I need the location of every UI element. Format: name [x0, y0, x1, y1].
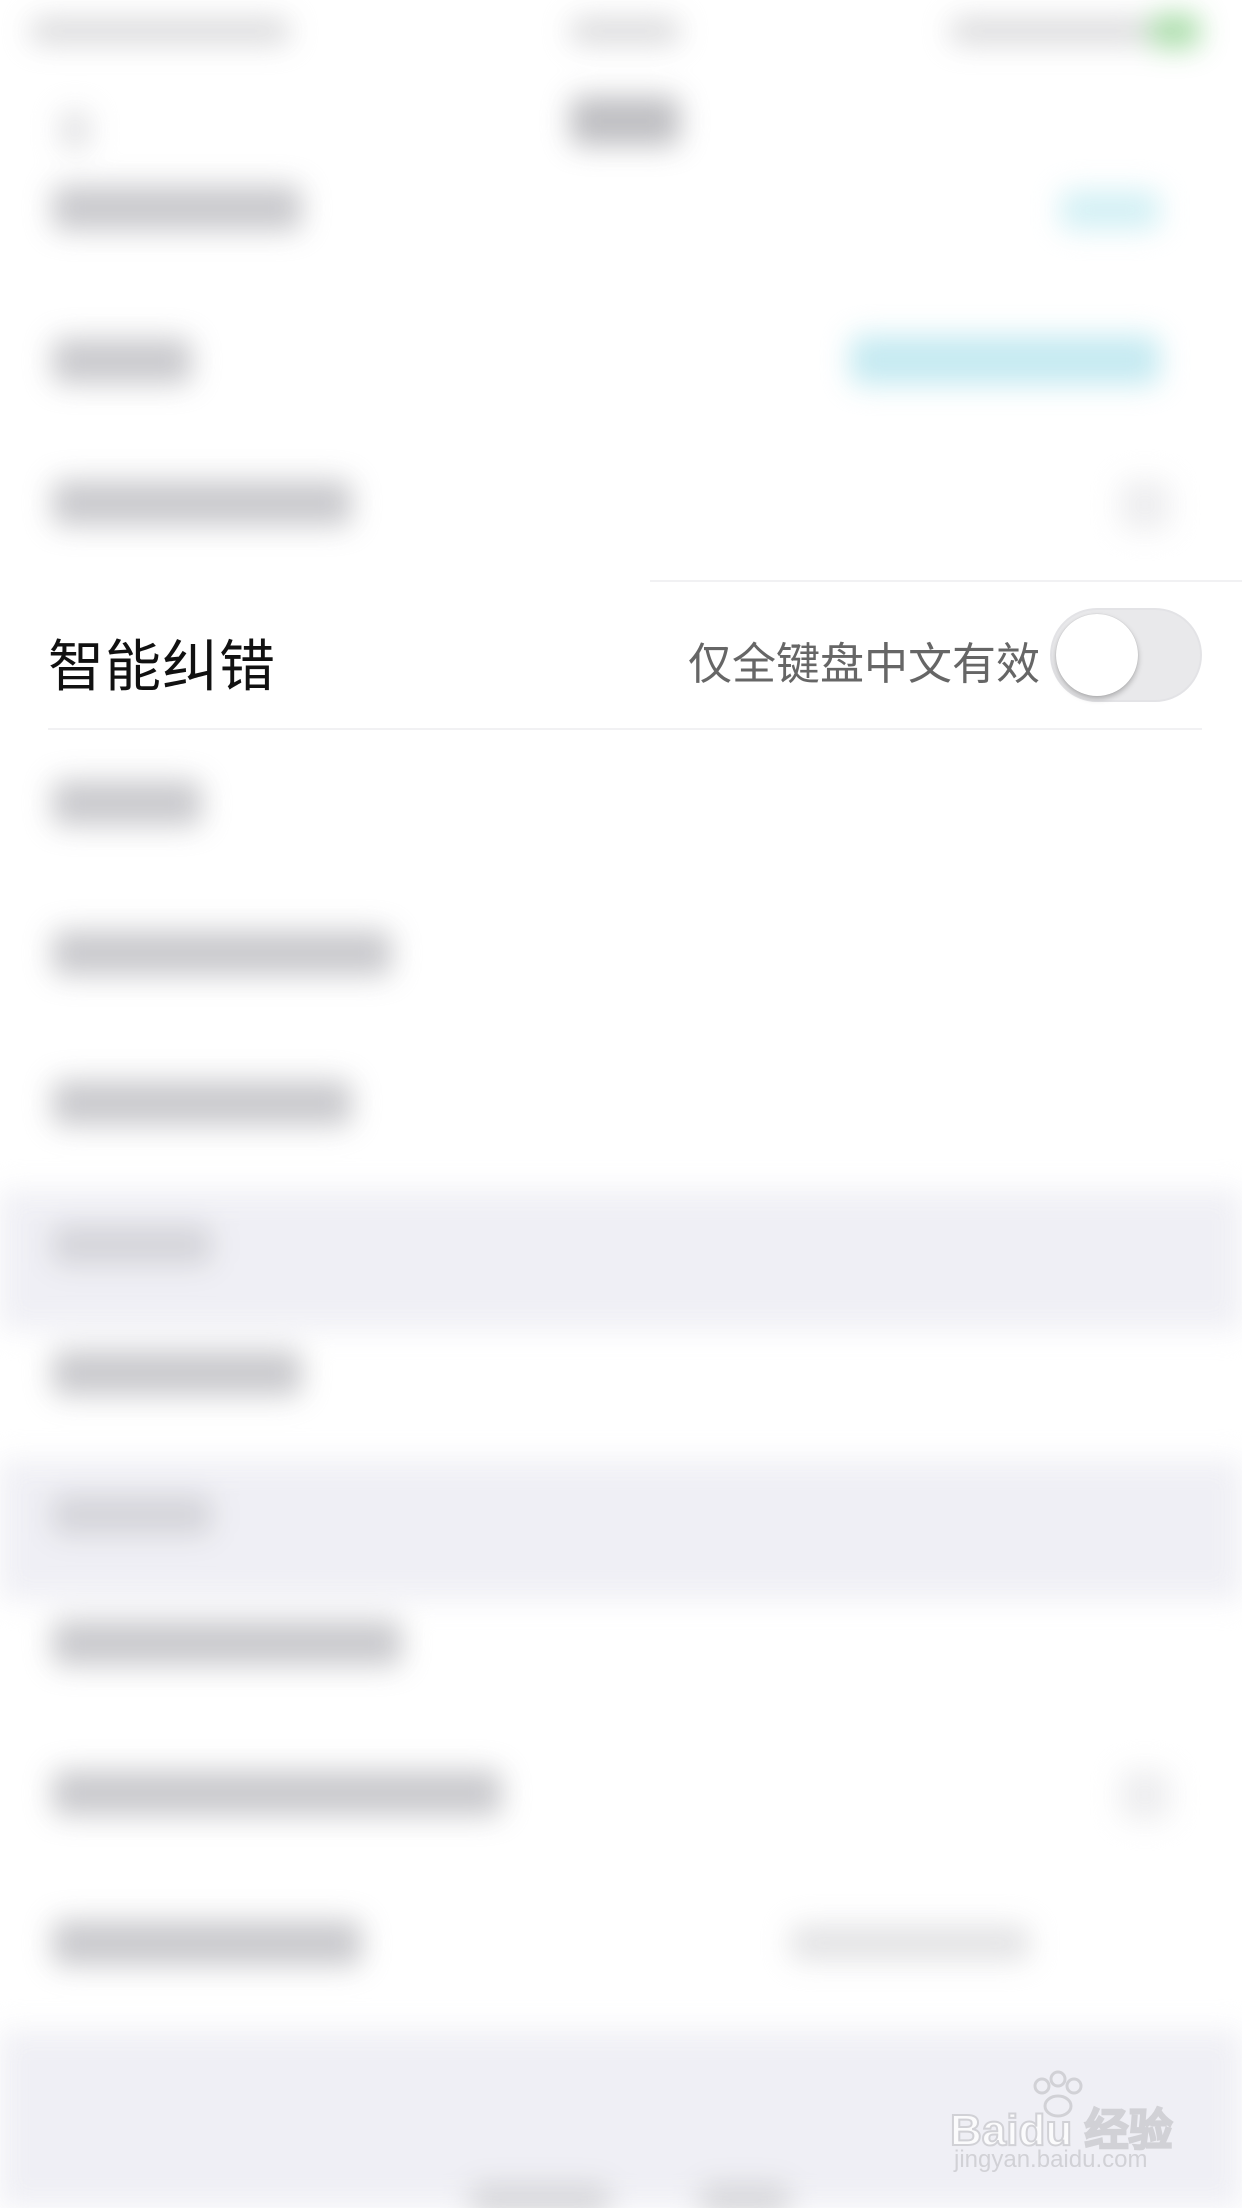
smart-correction-hint: 仅全键盘中文有效 — [688, 639, 1040, 690]
smart-correction-row: 智能纠错 仅全键盘中文有效 — [0, 580, 1242, 730]
baidu-jingyan-watermark: Baidu 经验 jingyan.baidu.com — [949, 2070, 1190, 2180]
watermark-url: jingyan.baidu.com — [954, 2146, 1148, 2173]
row-divider-top — [650, 580, 1242, 582]
smart-correction-toggle[interactable] — [1050, 608, 1202, 702]
row-divider-bottom — [48, 728, 1202, 730]
smart-correction-label: 智能纠错 — [48, 635, 276, 700]
toggle-knob — [1056, 614, 1138, 696]
settings-screen: 智能纠错 仅全键盘中文有效 Baidu 经验 jingyan.baidu.com — [0, 0, 1242, 2208]
blurred-background — [0, 0, 1242, 2208]
